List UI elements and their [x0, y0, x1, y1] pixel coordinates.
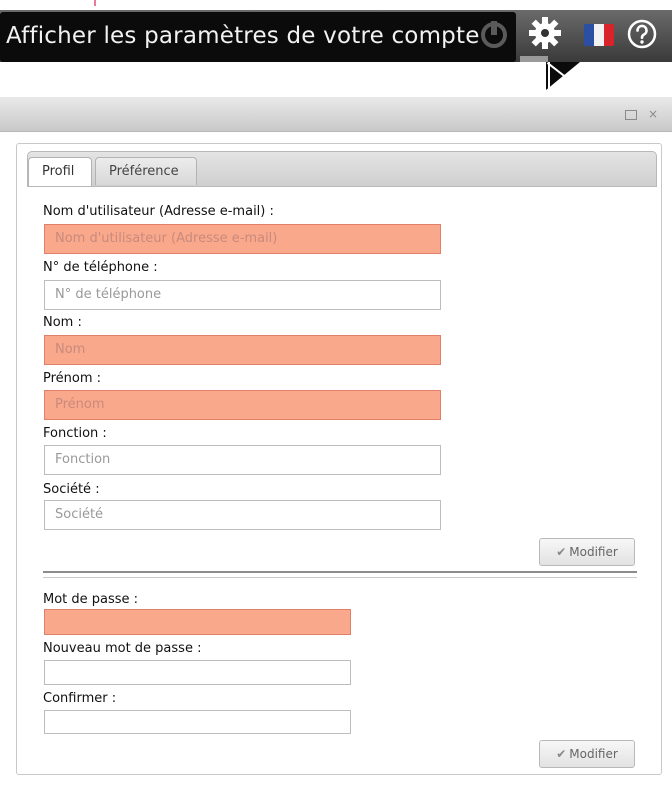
company-field[interactable]: Société	[44, 500, 441, 530]
section-divider	[43, 571, 637, 578]
confirm-password-field[interactable]	[44, 710, 351, 734]
password-label: Mot de passe :	[43, 592, 139, 607]
flag-stripe-white	[594, 24, 604, 46]
flag-stripe-blue	[584, 24, 594, 46]
username-field[interactable]: Nom d'utilisateur (Adresse e-mail)	[44, 224, 441, 254]
new-password-field[interactable]	[44, 660, 351, 685]
password-field[interactable]	[44, 609, 351, 635]
tab-preference[interactable]: Préférence	[95, 157, 197, 185]
firstname-field[interactable]: Prénom	[44, 390, 441, 420]
firstname-label: Prénom :	[43, 371, 102, 386]
new-password-label: Nouveau mot de passe :	[43, 641, 202, 656]
help-icon[interactable]	[626, 18, 658, 50]
close-icon[interactable]: ×	[648, 108, 658, 120]
gear-active-indicator	[520, 56, 548, 62]
confirm-password-label: Confirmer :	[43, 691, 117, 706]
password-modify-label: Modifier	[569, 747, 618, 761]
decorative-mark	[94, 0, 96, 6]
profile-modify-button[interactable]: ✔ Modifier	[539, 538, 635, 566]
function-field[interactable]: Fonction	[44, 445, 441, 475]
lastname-label: Nom :	[43, 315, 82, 330]
maximize-icon[interactable]	[625, 110, 637, 120]
lastname-field[interactable]: Nom	[44, 335, 441, 365]
gear-icon[interactable]	[528, 16, 562, 50]
check-icon: ✔	[556, 747, 567, 761]
function-label: Fonction :	[43, 426, 107, 441]
password-modify-button[interactable]: ✔ Modifier	[539, 740, 635, 768]
power-icon[interactable]	[478, 18, 510, 50]
tab-profil[interactable]: Profil	[28, 157, 92, 186]
check-icon: ✔	[556, 545, 567, 559]
company-label: Société :	[43, 482, 100, 497]
tooltip-text: Afficher les paramètres de votre compte	[6, 23, 480, 49]
phone-field[interactable]: N° de téléphone	[44, 280, 441, 310]
phone-label: N° de téléphone :	[43, 260, 158, 275]
window-header	[0, 97, 672, 132]
flag-stripe-red	[604, 24, 614, 46]
flag-fr-icon[interactable]	[584, 24, 614, 46]
profile-modify-label: Modifier	[569, 545, 618, 559]
username-label: Nom d'utilisateur (Adresse e-mail) :	[43, 204, 274, 219]
